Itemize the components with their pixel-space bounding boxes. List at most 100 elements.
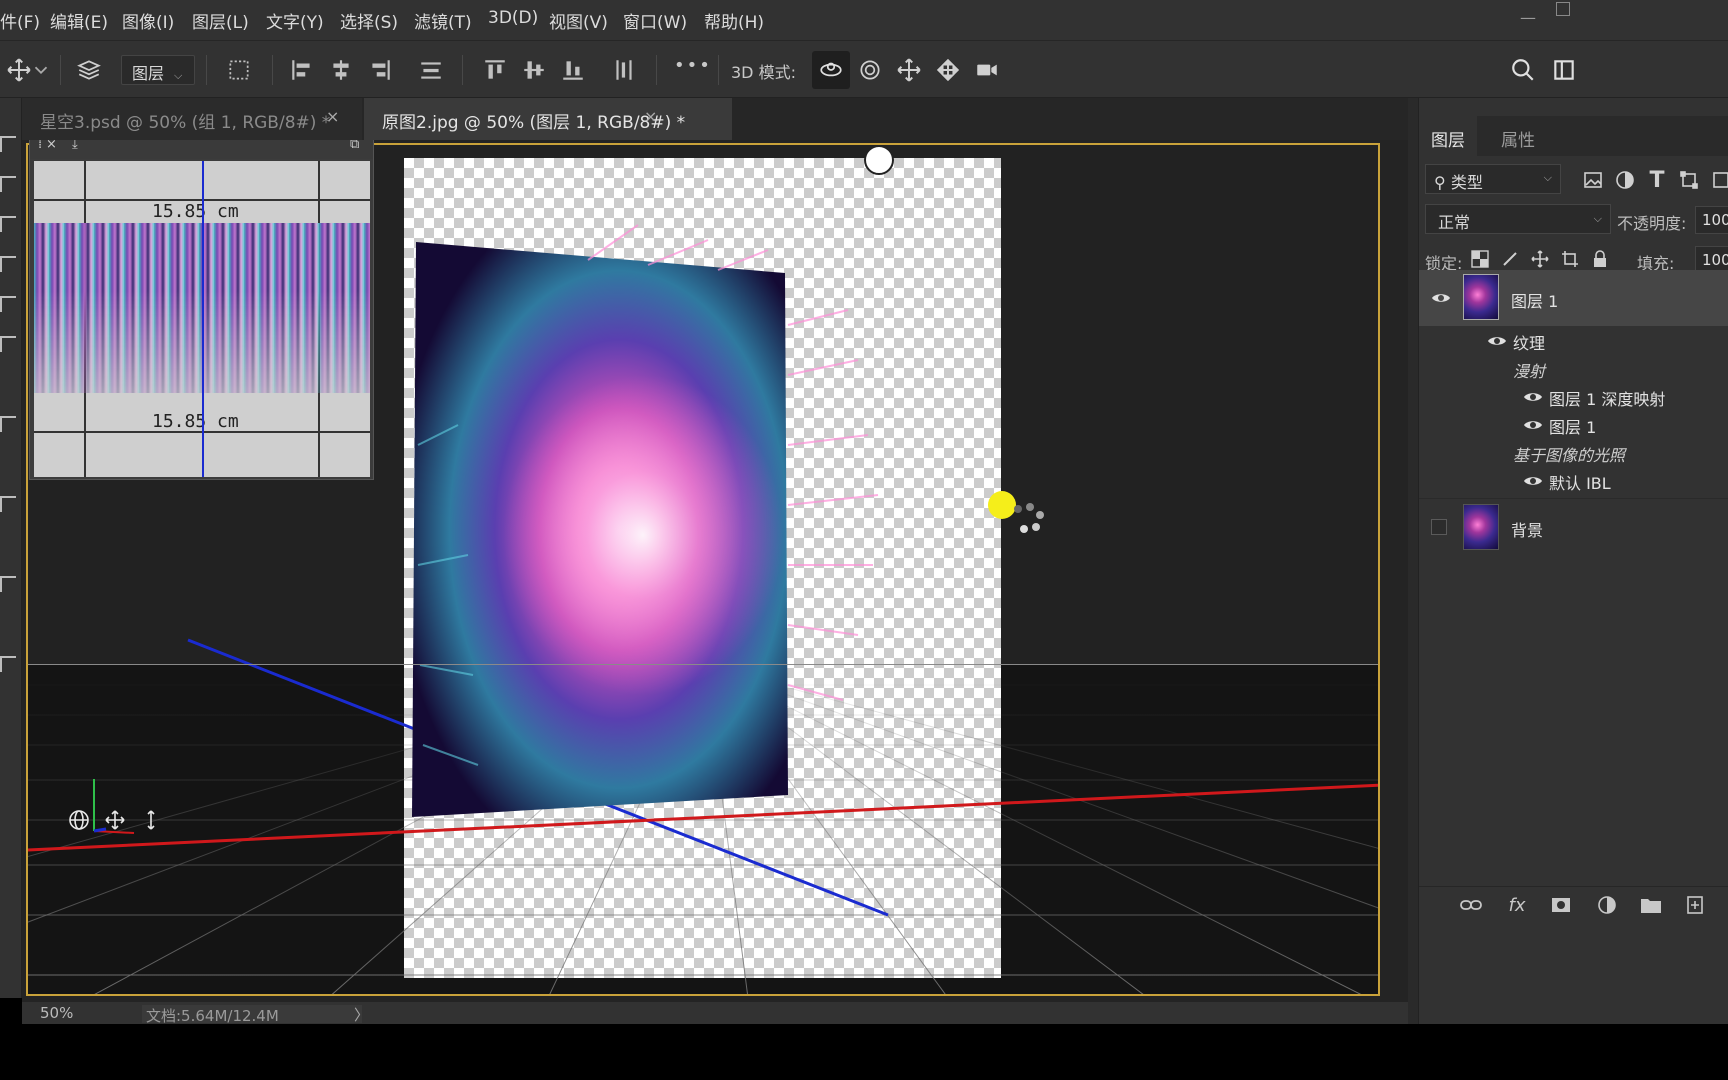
secondary-view-titlebar[interactable]: ⁞ × ⤓ ⧉ [30, 140, 373, 159]
orbit-3d-camera-icon[interactable] [812, 51, 850, 89]
align-bottom-icon[interactable] [554, 51, 592, 89]
lock-pixels-icon[interactable] [1499, 248, 1521, 270]
eye-icon[interactable] [1487, 334, 1507, 348]
shape-filter-icon[interactable] [1677, 168, 1701, 192]
align-middle-icon[interactable] [515, 51, 553, 89]
layer-row-default-ibl[interactable]: 默认 IBL [1419, 466, 1728, 494]
menu-layer[interactable]: 图层(L) [192, 8, 249, 33]
auto-select-value: 图层 [132, 64, 165, 83]
status-bar: 50% 文档:5.64M/12.4M 〉 [22, 1002, 1408, 1025]
menu-filter[interactable]: 滤镜(T) [414, 8, 472, 33]
light-source-icon[interactable] [864, 145, 894, 175]
filter-kind-dropdown[interactable]: ⚲ 类型 ⌵ [1425, 164, 1561, 194]
visibility-toggle[interactable] [1431, 519, 1447, 535]
folder-icon[interactable] [1639, 893, 1663, 917]
hand-tool-icon[interactable] [0, 416, 16, 432]
fx-icon[interactable]: fx [1505, 893, 1529, 917]
layer-row-texture-layer1[interactable]: 图层 1 [1419, 410, 1728, 438]
new-layer-icon[interactable] [1683, 893, 1707, 917]
auto-select-icon[interactable] [70, 51, 108, 89]
align-center-icon[interactable] [322, 51, 360, 89]
edit-toolbar-icon[interactable] [0, 576, 16, 592]
align-left-icon[interactable] [283, 51, 321, 89]
eye-icon[interactable] [1523, 390, 1543, 404]
pen-tool-icon[interactable] [0, 256, 16, 272]
layer-name: 纹理 [1513, 334, 1546, 353]
tab-original-jpg[interactable]: 原图2.jpg @ 50% (图层 1, RGB/8#) * × [364, 98, 732, 140]
distribute-vertical-icon[interactable] [412, 51, 450, 89]
mask-icon[interactable] [1549, 893, 1573, 917]
3d-secondary-view[interactable]: ⁞ × ⤓ ⧉ 15.85 cm 15.85 cm [29, 140, 374, 480]
zoom-3d-camera-icon[interactable] [968, 51, 1006, 89]
transform-controls-icon[interactable] [220, 51, 258, 89]
pan-3d-camera-icon[interactable] [890, 51, 928, 89]
menu-file[interactable]: 件(F) [0, 8, 40, 33]
roll-3d-camera-icon[interactable] [851, 51, 889, 89]
close-icon[interactable]: × [326, 107, 339, 126]
distribute-horizontal-icon[interactable] [605, 51, 643, 89]
canvas-viewport[interactable]: ⁞ × ⤓ ⧉ 15.85 cm 15.85 cm [22, 140, 1408, 1002]
layer-name[interactable]: 图层 1 [1511, 288, 1558, 312]
lock-all-icon[interactable] [1589, 248, 1611, 270]
menu-help[interactable]: 帮助(H) [704, 8, 764, 33]
link-icon[interactable] [1459, 893, 1483, 917]
menu-edit[interactable]: 编辑(E) [50, 8, 108, 33]
layer-name[interactable]: 背景 [1511, 517, 1543, 541]
layer-row-diffuse[interactable]: 漫射 [1419, 354, 1728, 382]
zoom-tool-icon[interactable] [0, 496, 16, 512]
smart-object-filter-icon[interactable] [1709, 168, 1728, 192]
menu-window[interactable]: 窗口(W) [623, 8, 687, 33]
menu-image[interactable]: 图像(I) [122, 8, 174, 33]
eye-icon[interactable] [1431, 291, 1451, 305]
lock-position-icon[interactable] [1529, 248, 1551, 270]
type-filter-icon[interactable]: T [1645, 168, 1669, 193]
restore-button[interactable] [1556, 2, 1570, 16]
adjustment-filter-icon[interactable] [1613, 168, 1637, 192]
shape-tool-icon[interactable] [0, 336, 16, 352]
layer-row-textures[interactable]: 纹理 [1419, 326, 1728, 354]
menu-3d[interactable]: 3D(D) [488, 8, 538, 28]
close-icon[interactable]: × [46, 140, 57, 152]
doc-size[interactable]: 文档:5.64M/12.4M [142, 1005, 362, 1025]
lock-transparent-icon[interactable] [1469, 248, 1491, 270]
adjustment-layer-icon[interactable] [1595, 893, 1619, 917]
minimize-button[interactable]: — [1520, 8, 1536, 27]
auto-select-dropdown[interactable]: 图层 ⌵ [121, 55, 195, 85]
search-icon[interactable] [1504, 51, 1542, 89]
align-top-icon[interactable] [476, 51, 514, 89]
more-options-button[interactable]: ••• [674, 55, 712, 76]
layer-row-ibl[interactable]: 基于图像的光照 [1419, 438, 1728, 466]
chevron-down-icon[interactable] [30, 51, 52, 89]
menu-type[interactable]: 文字(Y) [266, 8, 324, 33]
tab-layers[interactable]: 图层 [1419, 116, 1477, 156]
tab-starry-psd[interactable]: 星空3.psd @ 50% (组 1, RGB/8#) * × [22, 98, 362, 140]
measure-top: 15.85 cm [152, 201, 239, 222]
tab-properties[interactable]: 属性 [1489, 116, 1547, 156]
eye-icon[interactable] [1523, 418, 1543, 432]
slide-3d-camera-icon[interactable] [929, 51, 967, 89]
panel-gutter [1408, 98, 1418, 1024]
status-more-button[interactable]: 〉 [354, 1004, 369, 1025]
panel-grip-icon[interactable]: ⁞ [38, 140, 42, 152]
menu-view[interactable]: 视图(V) [549, 8, 608, 33]
menu-select[interactable]: 选择(S) [340, 8, 398, 33]
layer-row-background[interactable]: 背景 [1419, 498, 1728, 554]
eye-icon[interactable] [1523, 474, 1543, 488]
brush-tool-icon[interactable] [0, 176, 16, 192]
close-icon[interactable]: × [644, 107, 657, 126]
zoom-level[interactable]: 50% [40, 1004, 73, 1022]
opacity-input[interactable]: 100 [1695, 206, 1728, 234]
lock-artboard-icon[interactable] [1559, 248, 1581, 270]
align-right-icon[interactable] [361, 51, 399, 89]
quick-mask-icon[interactable] [0, 656, 16, 672]
image-filter-icon[interactable] [1581, 168, 1605, 192]
view-select-icon[interactable]: ⤓ [72, 140, 78, 152]
workspace-icon[interactable] [1545, 51, 1583, 89]
layer-row-3d[interactable]: 图层 1 [1419, 270, 1728, 326]
swap-view-icon[interactable]: ⧉ [350, 140, 359, 152]
text-tool-icon[interactable] [0, 216, 16, 232]
blend-mode-dropdown[interactable]: 正常 ⌵ [1425, 204, 1611, 234]
marquee-tool-icon[interactable] [0, 136, 16, 152]
layer-row-depth-map[interactable]: 图层 1 深度映射 [1419, 382, 1728, 410]
path-tool-icon[interactable] [0, 296, 16, 312]
